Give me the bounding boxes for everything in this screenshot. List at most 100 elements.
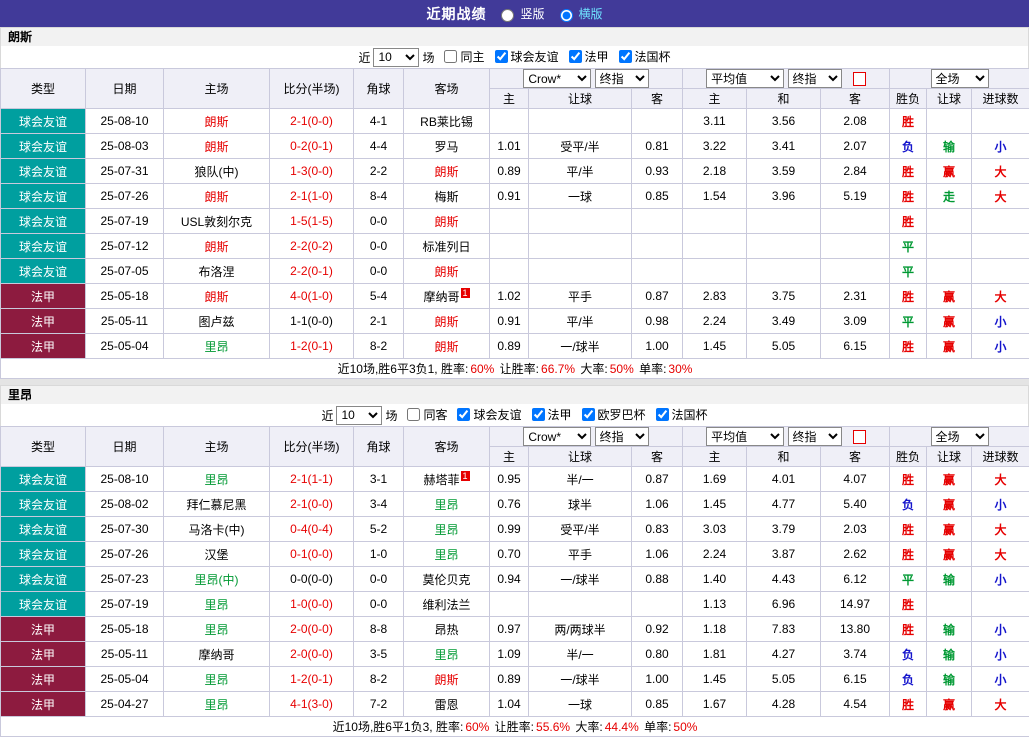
avg-away: 4.54: [821, 692, 890, 717]
filter-checkbox-球会友谊[interactable]: 球会友谊: [457, 406, 521, 423]
team-name-header: 朗斯: [0, 27, 1029, 46]
odds-handicap: [529, 234, 632, 259]
odds-handicap: 平/半: [529, 309, 632, 334]
home-team: 汉堡: [164, 542, 270, 567]
home-team: 里昂(中): [164, 567, 270, 592]
corner-score: 0-0: [354, 259, 404, 284]
checkbox[interactable]: [582, 408, 595, 421]
avg-home: 1.45: [683, 667, 747, 692]
odds-away: 0.80: [632, 642, 683, 667]
home-team: USL敦刻尔克: [164, 209, 270, 234]
checkbox[interactable]: [457, 408, 470, 421]
filter-checkbox-同主[interactable]: 同主: [444, 48, 484, 65]
col-avg-home: 主: [683, 89, 747, 109]
handicap-result: [927, 234, 972, 259]
scope-select[interactable]: 全场: [931, 427, 989, 446]
checkbox[interactable]: [444, 50, 457, 63]
match-date: 25-08-02: [86, 492, 164, 517]
away-team: 梅斯: [404, 184, 490, 209]
odds-home: 0.91: [490, 184, 529, 209]
match-type: 法甲: [1, 309, 86, 334]
filter-checkbox-法甲[interactable]: 法甲: [532, 406, 572, 423]
result: 胜: [890, 334, 927, 359]
avg-away: 13.80: [821, 617, 890, 642]
match-row: 法甲25-04-27里昂4-1(3-0)7-2雷恩1.04一球0.851.674…: [1, 692, 1029, 717]
layout-option-horizontal[interactable]: 横版: [555, 5, 603, 22]
match-score: 2-1(1-1): [270, 467, 354, 492]
odds-home: 0.70: [490, 542, 529, 567]
avg-kind-select[interactable]: 终指: [788, 69, 842, 88]
away-team: 罗马: [404, 134, 490, 159]
scope-select[interactable]: 全场: [931, 69, 989, 88]
avg-home: [683, 259, 747, 284]
filter-checkbox-法国杯[interactable]: 法国杯: [656, 406, 708, 423]
odds-away: 0.85: [632, 692, 683, 717]
checkbox[interactable]: [656, 408, 669, 421]
horizontal-layout-radio[interactable]: [560, 9, 573, 22]
avg-kind-select[interactable]: 终指: [788, 427, 842, 446]
filter-checkbox-同客[interactable]: 同客: [407, 406, 447, 423]
avg-source-select[interactable]: 平均值: [706, 69, 784, 88]
filter-checkbox-法国杯[interactable]: 法国杯: [619, 48, 671, 65]
checkbox-label: 法国杯: [672, 406, 708, 423]
goals-result: 大: [972, 184, 1029, 209]
layout-option-vertical[interactable]: 竖版: [496, 5, 544, 22]
match-row: 法甲25-05-18朗斯4-0(1-0)5-4摩纳哥11.02平手0.872.8…: [1, 284, 1029, 309]
col-goals-result: 进球数: [972, 447, 1029, 467]
vertical-layout-radio[interactable]: [501, 9, 514, 22]
result: 负: [890, 667, 927, 692]
checkbox[interactable]: [532, 408, 545, 421]
avg-draw: 3.59: [747, 159, 821, 184]
goals-result: [972, 109, 1029, 134]
filter-checkbox-球会友谊[interactable]: 球会友谊: [495, 48, 559, 65]
avg-away: 6.15: [821, 667, 890, 692]
match-count-select[interactable]: 10: [336, 406, 382, 425]
away-team: RB莱比锡: [404, 109, 490, 134]
handicap-result: 输: [927, 567, 972, 592]
handicap-result: 赢: [927, 692, 972, 717]
odds-group-header: Crow* 终指: [490, 69, 683, 89]
match-score: 2-2(0-2): [270, 234, 354, 259]
match-row: 球会友谊25-08-10朗斯2-1(0-0)4-1RB莱比锡3.113.562.…: [1, 109, 1029, 134]
match-type: 球会友谊: [1, 134, 86, 159]
avg-source-select[interactable]: 平均值: [706, 427, 784, 446]
match-date: 25-08-03: [86, 134, 164, 159]
handicap-result: 赢: [927, 159, 972, 184]
odds-source-select[interactable]: Crow*: [523, 427, 591, 446]
filter-checkbox-欧罗巴杯[interactable]: 欧罗巴杯: [582, 406, 646, 423]
odds-handicap: [529, 259, 632, 284]
avg-away: 2.08: [821, 109, 890, 134]
odds-away: [632, 234, 683, 259]
odds-source-select[interactable]: Crow*: [523, 69, 591, 88]
home-team: 朗斯: [164, 284, 270, 309]
avg-home: 1.67: [683, 692, 747, 717]
avg-draw: [747, 259, 821, 284]
avg-away: 6.12: [821, 567, 890, 592]
match-date: 25-04-27: [86, 692, 164, 717]
odds-kind-select[interactable]: 终指: [595, 69, 649, 88]
away-team: 朗斯: [404, 334, 490, 359]
checkbox[interactable]: [495, 50, 508, 63]
match-type: 球会友谊: [1, 517, 86, 542]
odds-kind-select[interactable]: 终指: [595, 427, 649, 446]
result: 胜: [890, 467, 927, 492]
corner-score: 1-0: [354, 542, 404, 567]
avg-home: 2.83: [683, 284, 747, 309]
match-count-select[interactable]: 10: [373, 48, 419, 67]
avg-away: 2.31: [821, 284, 890, 309]
result: 胜: [890, 617, 927, 642]
odds-home: 1.09: [490, 642, 529, 667]
match-row: 球会友谊25-08-02拜仁慕尼黑2-1(0-0)3-4里昂0.76球半1.06…: [1, 492, 1029, 517]
avg-home: 1.18: [683, 617, 747, 642]
match-score: 2-1(0-0): [270, 109, 354, 134]
checkbox[interactable]: [407, 408, 420, 421]
away-team: 维利法兰: [404, 592, 490, 617]
checkbox[interactable]: [569, 50, 582, 63]
avg-draw: 6.96: [747, 592, 821, 617]
match-type: 法甲: [1, 617, 86, 642]
match-date: 25-05-11: [86, 642, 164, 667]
filter-checkbox-法甲[interactable]: 法甲: [569, 48, 609, 65]
home-team: 拜仁慕尼黑: [164, 492, 270, 517]
avg-away: 14.97: [821, 592, 890, 617]
checkbox[interactable]: [619, 50, 632, 63]
